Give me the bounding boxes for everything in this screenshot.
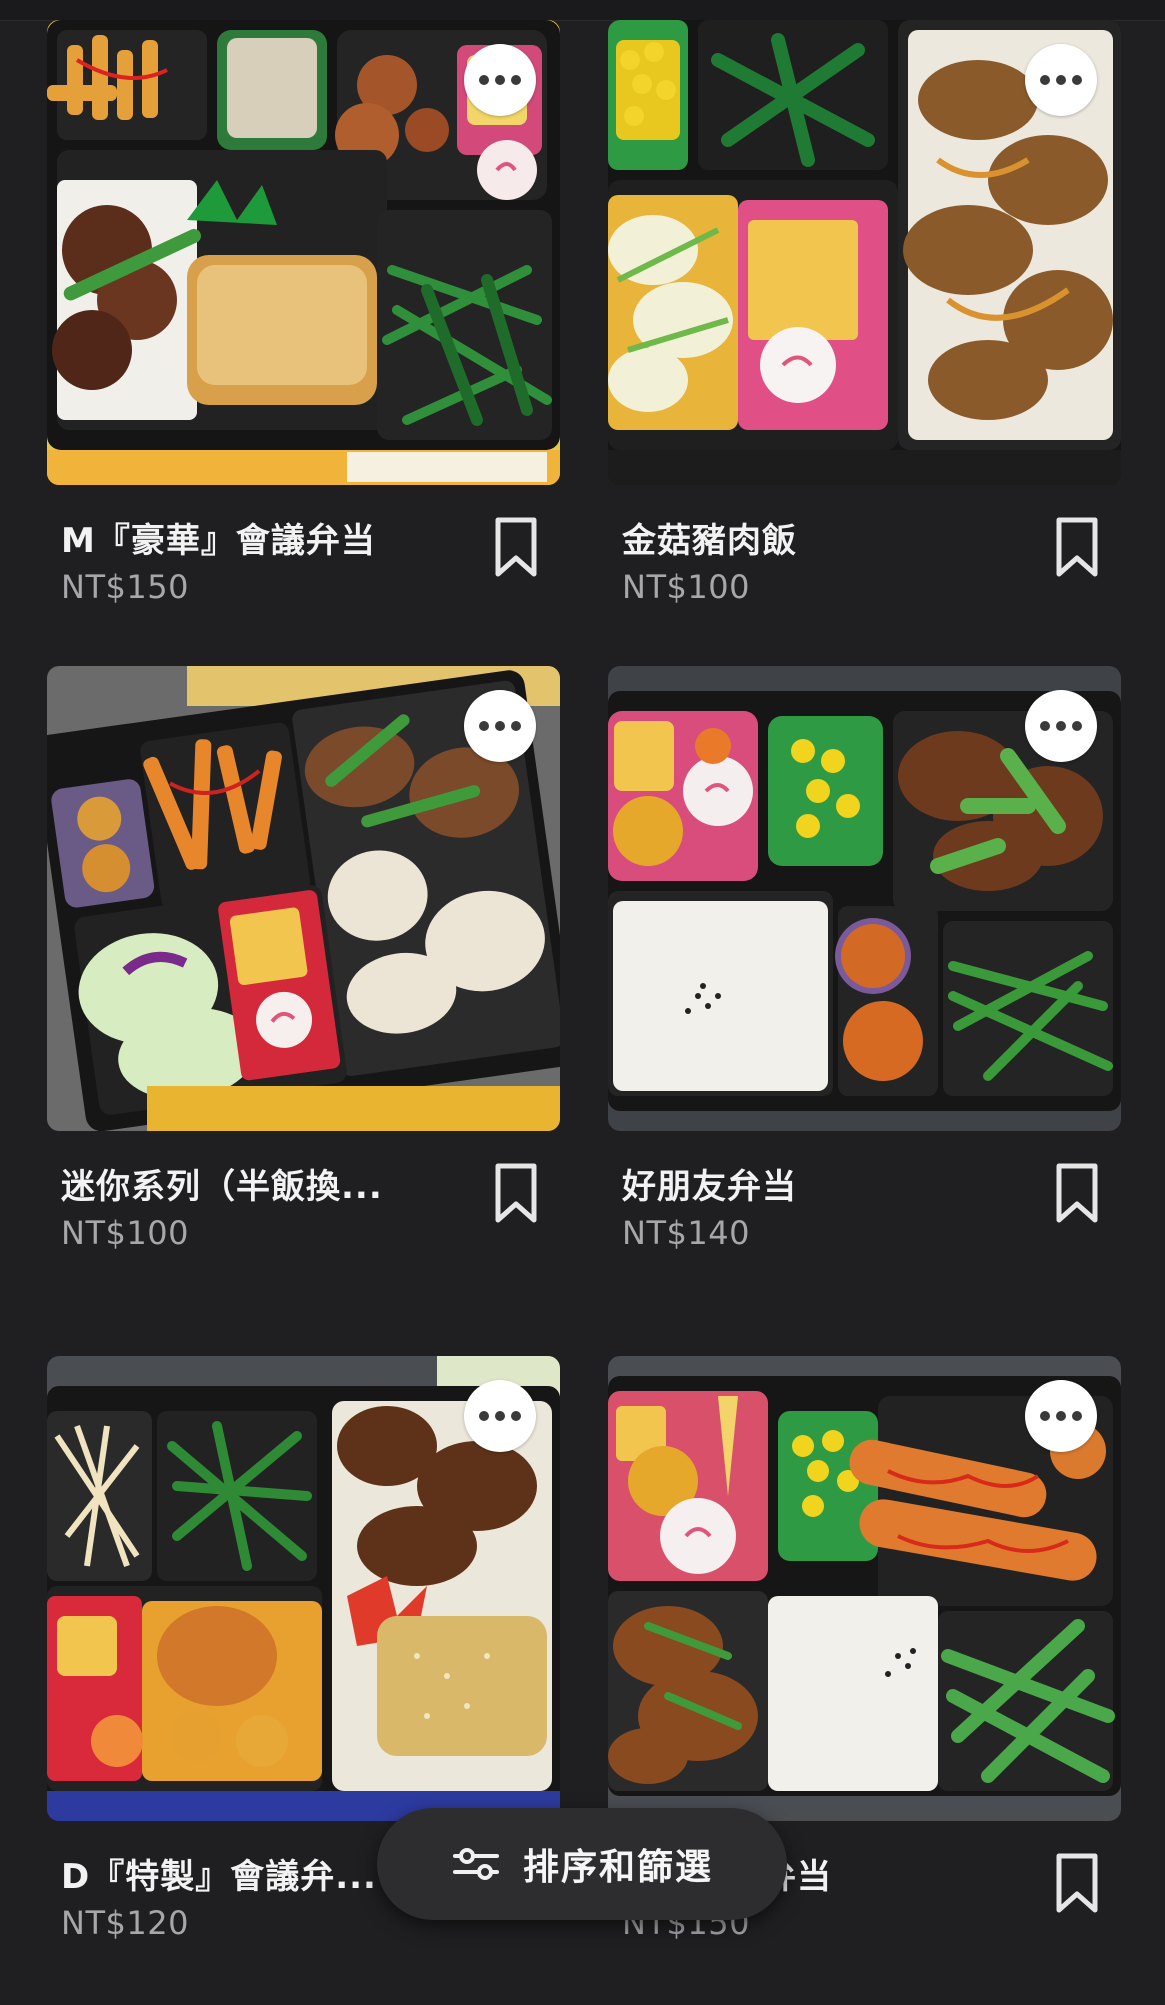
more-options-button[interactable]: [464, 690, 536, 762]
bookmark-icon[interactable]: [492, 516, 540, 580]
more-options-button[interactable]: [1025, 690, 1097, 762]
more-options-button[interactable]: [464, 44, 536, 116]
more-horizontal-icon: [479, 75, 489, 85]
product-grid: M『豪華』會議弁当 NT$150 金菇豬肉飯 NT$100 迷你系列（半飯換..…: [0, 0, 1165, 2005]
product-photo[interactable]: [608, 1356, 1121, 1821]
product-price: NT$140: [622, 1214, 750, 1252]
more-horizontal-icon: [1040, 75, 1050, 85]
product-price: NT$100: [622, 568, 750, 606]
product-price: NT$150: [61, 568, 189, 606]
product-price: NT$100: [61, 1214, 189, 1252]
bookmark-icon[interactable]: [1053, 1852, 1101, 1916]
product-photo[interactable]: [608, 666, 1121, 1131]
product-photo[interactable]: [47, 20, 560, 485]
more-horizontal-icon: [479, 721, 489, 731]
bookmark-icon[interactable]: [1053, 516, 1101, 580]
product-photo[interactable]: [47, 1356, 560, 1821]
bookmark-icon[interactable]: [1053, 1162, 1101, 1226]
more-horizontal-icon: [1040, 721, 1050, 731]
more-options-button[interactable]: [1025, 44, 1097, 116]
sliders-icon: [452, 1848, 499, 1880]
bookmark-icon[interactable]: [492, 1162, 540, 1226]
sort-filter-label: 排序和篩選: [522, 1847, 713, 1888]
product-title[interactable]: M『豪華』會議弁当: [61, 513, 441, 562]
product-price: NT$120: [61, 1904, 189, 1942]
product-title[interactable]: 好朋友弁当: [622, 1159, 1002, 1208]
more-horizontal-icon: [1040, 1411, 1050, 1421]
product-title[interactable]: 迷你系列（半飯換...: [61, 1159, 441, 1208]
product-photo[interactable]: [608, 20, 1121, 485]
more-options-button[interactable]: [1025, 1380, 1097, 1452]
more-horizontal-icon: [479, 1411, 489, 1421]
sort-filter-button[interactable]: 排序和篩選: [377, 1808, 787, 1920]
product-photo[interactable]: [47, 666, 560, 1131]
product-title[interactable]: 金菇豬肉飯: [622, 513, 1002, 562]
more-options-button[interactable]: [464, 1380, 536, 1452]
